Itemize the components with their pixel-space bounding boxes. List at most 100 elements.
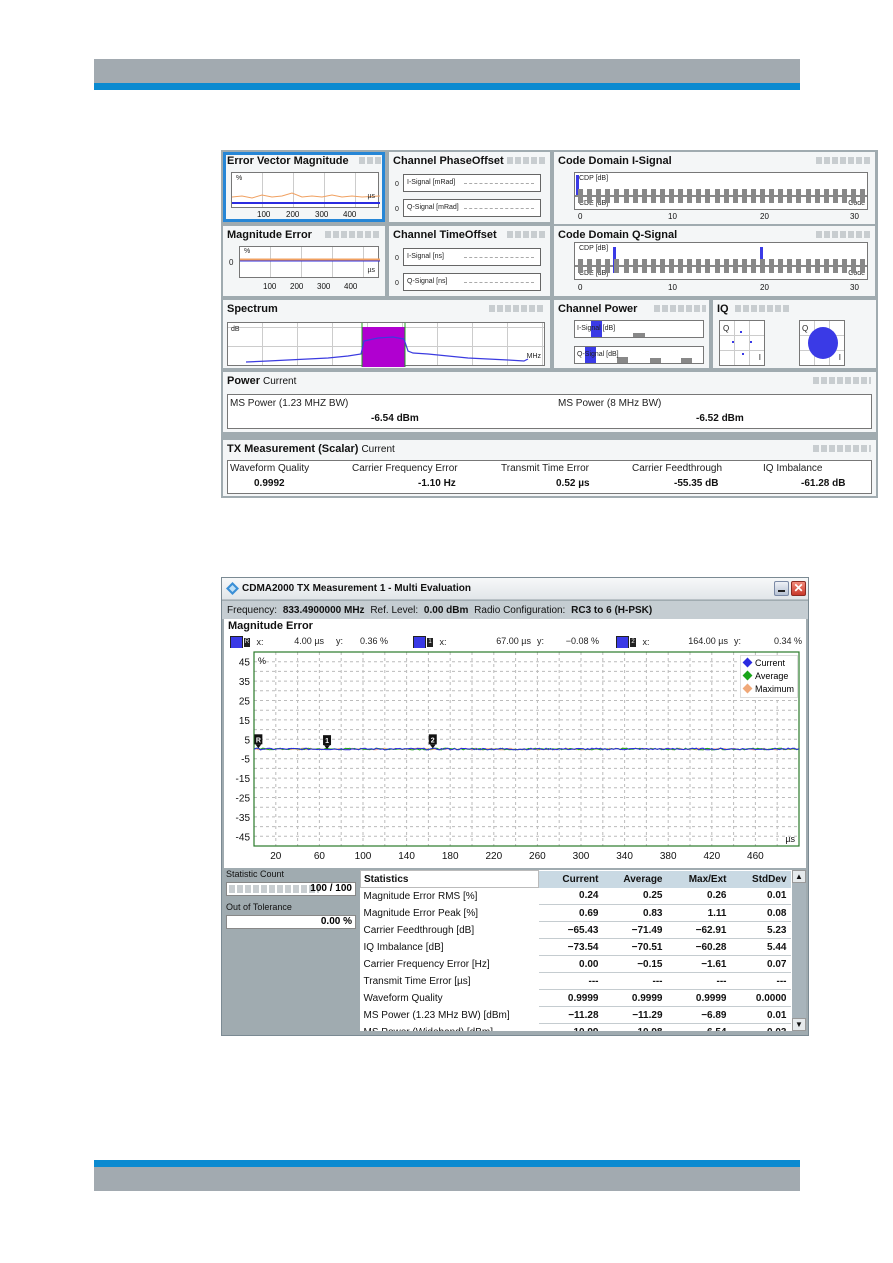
- statistic-value: 0.01: [730, 1006, 791, 1024]
- evm-panel[interactable]: Error Vector Magnitude % µs 100 200 300 …: [223, 152, 385, 222]
- code-channel-bar: [778, 189, 784, 203]
- statistic-name: IQ Imbalance [dB]: [360, 938, 539, 956]
- code-channel-bar: [678, 259, 684, 273]
- code-channel-bar: [732, 189, 738, 203]
- time-offset-panel[interactable]: Channel TimeOffset 0 I-Signal [ns] 0 Q-S…: [389, 226, 550, 296]
- statistic-value: 0.07: [730, 955, 791, 973]
- waveform-quality-value: 0.9992: [254, 478, 285, 489]
- column-header[interactable]: Max/Ext: [666, 870, 731, 888]
- column-header[interactable]: Statistics: [360, 870, 539, 888]
- zero-label: 0: [229, 258, 234, 267]
- code-domain-q-plot: CDP [dB] CDE [dB] Code: [574, 242, 868, 280]
- close-button[interactable]: ✕: [791, 581, 806, 596]
- y-tick-label: 5: [244, 735, 250, 746]
- code-channel-bar: [796, 259, 802, 273]
- x-tick-label: 100: [355, 851, 372, 862]
- magnitude-error-chart: 45 35 25 15 5 -5 -15 -25 -35 -45 20 60 100 140 180 220 2…: [224, 648, 806, 868]
- code-channel-bar: [723, 259, 729, 273]
- x-tick-label: 180: [442, 851, 459, 862]
- code-channel-bar: [669, 189, 674, 203]
- page-footer-accent: [94, 1160, 800, 1167]
- column-header[interactable]: StdDev: [730, 870, 791, 888]
- power-panel[interactable]: Power Current MS Power (1.23 MHZ BW) -6.5…: [223, 372, 876, 432]
- code-channel-bar: [596, 189, 602, 203]
- evm-title: Error Vector Magnitude: [227, 155, 349, 167]
- x-tick: 200: [286, 210, 300, 219]
- minimize-button[interactable]: [774, 581, 789, 596]
- q-signal-box: Q-Signal [ns]: [403, 273, 541, 291]
- x-tick: 400: [343, 210, 357, 219]
- ms-power-123-value: -6.54 dBm: [371, 413, 419, 424]
- x-tick-label: 140: [398, 851, 415, 862]
- statistic-value: 0.0000: [730, 989, 791, 1007]
- panel-handle: [325, 231, 381, 238]
- code-channel-bar: [596, 259, 602, 273]
- q-axis-label: Q: [723, 324, 730, 333]
- statistic-name: Magnitude Error Peak [%]: [360, 904, 539, 922]
- code-channel-bar: [769, 259, 775, 273]
- legend-diamond-icon: [742, 657, 753, 668]
- statistic-value: −6.89: [666, 1006, 731, 1024]
- statistic-value: 0.24: [538, 887, 603, 905]
- code-channel-bar: [732, 259, 738, 273]
- statistic-value: 0.08: [730, 904, 791, 922]
- frequency-value: 833.4900000 MHz: [282, 605, 365, 616]
- code-channel-bar: [750, 189, 756, 203]
- statistic-value: 0.83: [602, 904, 667, 922]
- y-tick-label: 35: [239, 677, 251, 688]
- code-domain-q-panel[interactable]: Code Domain Q-Signal CDP [dB] CDE [dB] C…: [554, 226, 875, 296]
- x-tick-label: 420: [703, 851, 720, 862]
- evm-mini-plot: % µs: [231, 172, 380, 208]
- marker-flag-icon: 1: [427, 638, 433, 647]
- x-tick: 300: [315, 210, 329, 219]
- i-axis-label: I: [758, 353, 761, 362]
- cde-label: CDE [dB]: [579, 200, 609, 207]
- table-row: Carrier Frequency Error [Hz] 0.00 −0.15 −1.…: [360, 955, 791, 973]
- x-tick-label: 60: [314, 851, 326, 862]
- scroll-down-button[interactable]: ▼: [792, 1018, 806, 1031]
- table-row: Magnitude Error RMS [%] 0.24 0.25 0.26 0.01: [360, 887, 791, 905]
- carrier-freq-error-label: Carrier Frequency Error: [352, 463, 458, 474]
- x-tick-label: 260: [529, 851, 546, 862]
- statistics-scrollbar[interactable]: ▲ ▼: [792, 870, 806, 1031]
- panel-handle: [816, 231, 870, 238]
- code-channel-bar: [587, 189, 593, 203]
- code-domain-i-title: Code Domain I-Signal: [558, 155, 672, 167]
- x-tick-label: 20: [270, 851, 282, 862]
- spectrum-panel[interactable]: Spectrum dB MHz: [223, 300, 550, 368]
- column-header[interactable]: Current: [538, 870, 603, 888]
- carrier-feedthrough-label: Carrier Feedthrough: [632, 463, 723, 474]
- column-header[interactable]: Average: [602, 870, 667, 888]
- window-title: CDMA2000 TX Measurement 1 - Multi Evalua…: [242, 583, 471, 594]
- code-channel-bar: [687, 189, 693, 203]
- statistic-value: −60.28: [666, 938, 731, 956]
- code-channel-bar: [778, 259, 784, 273]
- radio-config-value: RC3 to 6 (H-PSK): [571, 605, 653, 616]
- zero-label: 0: [395, 206, 399, 213]
- tx-scalar-panel[interactable]: TX Measurement (Scalar) Current Waveform …: [223, 440, 876, 496]
- legend-diamond-icon: [742, 670, 753, 681]
- x-tick: 20: [760, 283, 769, 292]
- code-channel-bar: [851, 189, 856, 203]
- i-axis-label: I: [838, 353, 841, 362]
- i-signal-box: I-Signal [mRad]: [403, 174, 541, 192]
- code-channel-bar: [714, 189, 720, 203]
- chart-legend: Current Average Maximum: [739, 655, 798, 698]
- phase-offset-title: Channel PhaseOffset: [393, 155, 504, 167]
- scroll-up-button[interactable]: ▲: [792, 870, 806, 883]
- statistic-value: ---: [730, 972, 791, 990]
- phase-offset-panel[interactable]: Channel PhaseOffset 0 I-Signal [mRad] 0 …: [389, 152, 550, 222]
- window-titlebar[interactable]: CDMA2000 TX Measurement 1 - Multi Evalua…: [222, 578, 808, 600]
- code-domain-i-panel[interactable]: Code Domain I-Signal CDP [dB] CDE [dB] C…: [554, 152, 875, 224]
- code-channel-bar: [814, 189, 820, 203]
- channel-power-i: I-Signal [dB]: [574, 320, 704, 338]
- code-channel-bar: [623, 189, 629, 203]
- iq-panel[interactable]: IQ Q I Q I: [713, 300, 876, 368]
- code-channel-bar: [832, 259, 838, 273]
- table-row: Carrier Feedthrough [dB] −65.43 −71.49 −62.…: [360, 921, 791, 939]
- magnitude-error-panel[interactable]: Magnitude Error 0 % µs 100 200 300 400: [223, 226, 385, 296]
- statistic-value: −10.99: [538, 1023, 603, 1031]
- channel-power-panel[interactable]: Channel Power I-Signal [dB] Q-Signal [dB…: [554, 300, 709, 368]
- statistic-value: −11.28: [538, 1006, 603, 1024]
- radio-config-label: Radio Configuration:: [474, 605, 566, 616]
